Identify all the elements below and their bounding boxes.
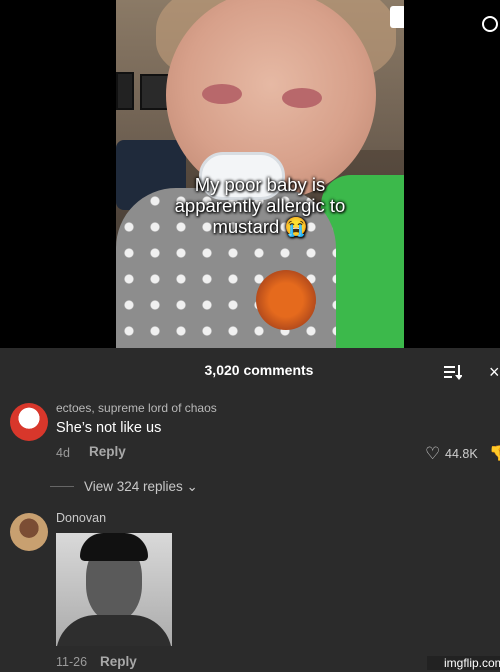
comment-timestamp: 11-26 (56, 655, 88, 669)
comment-image[interactable] (56, 533, 172, 646)
divider (50, 486, 74, 487)
avatar[interactable] (10, 403, 48, 441)
caption-line: apparently allergic to (174, 195, 346, 216)
heart-icon[interactable]: ♡ (425, 445, 440, 462)
search-icon[interactable] (482, 16, 498, 32)
comment-username[interactable]: Donovan (56, 511, 106, 525)
comment-timestamp: 4d (56, 446, 70, 460)
close-icon[interactable]: × (489, 363, 500, 381)
reply-button[interactable]: Reply (100, 654, 137, 669)
caption-line: mustard 😭 (212, 216, 308, 237)
avatar[interactable] (10, 513, 48, 551)
reply-button[interactable]: Reply (89, 444, 126, 459)
comment-text: She’s not like us (56, 420, 162, 436)
comments-count-title: 3,020 comments (204, 362, 314, 378)
caption-line: My poor baby is (194, 174, 326, 195)
swollen-eye (202, 84, 242, 104)
video-player[interactable]: My poor baby is apparently allergic to m… (0, 0, 500, 348)
portrait-shoulders (56, 615, 172, 646)
sort-icon[interactable] (444, 364, 462, 380)
comment-username[interactable]: ectoes, supreme lord of chaos (56, 401, 217, 415)
wall-picture (116, 72, 134, 110)
view-replies-button[interactable]: View 324 replies ⌄ (84, 479, 198, 495)
dislike-icon[interactable]: 👎 (489, 446, 500, 462)
pumpkin-applique (256, 270, 316, 330)
like-count: 44.8K (445, 447, 478, 461)
portrait-cap (80, 533, 148, 561)
video-caption: My poor baby is apparently allergic to m… (116, 174, 404, 237)
swollen-eye (282, 88, 322, 108)
sticker-icon (390, 6, 404, 28)
watermark: imgflip.com (427, 656, 500, 670)
